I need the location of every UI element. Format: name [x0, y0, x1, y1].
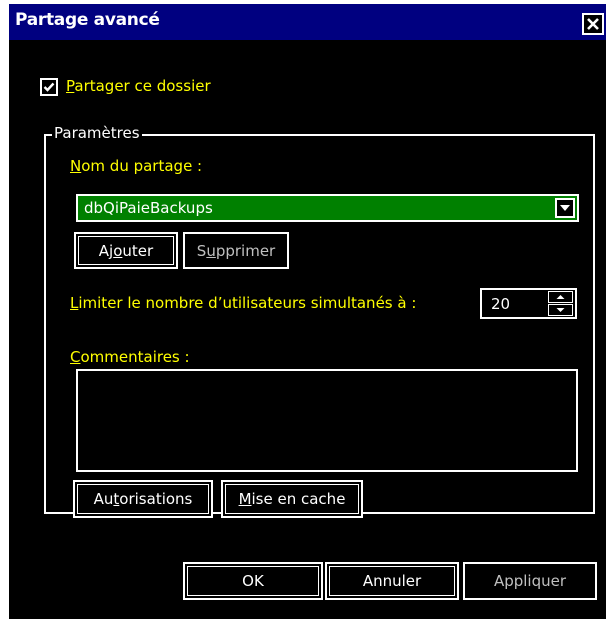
share-name-label: Nom du partage :: [70, 157, 203, 175]
spin-down-button[interactable]: [548, 304, 573, 316]
close-button[interactable]: [582, 13, 604, 35]
remove-button[interactable]: Supprimer: [183, 232, 289, 269]
share-name-dropdown-button[interactable]: [555, 198, 575, 218]
user-limit-value: 20: [491, 295, 511, 313]
apply-button[interactable]: Appliquer: [463, 562, 597, 600]
arrow-down-icon: [556, 308, 565, 312]
advanced-sharing-dialog: Partage avancé Partager ce dossier Param…: [6, 4, 608, 619]
window-title: Partage avancé: [15, 10, 160, 30]
add-button[interactable]: Ajouter: [74, 232, 178, 269]
share-folder-checkbox[interactable]: [40, 78, 58, 96]
permissions-button[interactable]: Autorisations: [73, 480, 213, 518]
user-limit-spinner[interactable]: 20: [480, 288, 577, 319]
share-folder-label[interactable]: Partager ce dossier: [66, 77, 211, 95]
comments-label: Commentaires :: [70, 348, 190, 366]
share-name-combobox[interactable]: dbQiPaieBackups: [76, 194, 579, 222]
caching-button[interactable]: Mise en cache: [221, 480, 363, 518]
share-name-value: dbQiPaieBackups: [84, 199, 213, 217]
ok-button[interactable]: OK: [183, 562, 323, 600]
cancel-button[interactable]: Annuler: [325, 562, 459, 600]
close-icon: [587, 18, 599, 30]
chevron-down-icon: [560, 205, 570, 211]
spin-up-button[interactable]: [548, 291, 573, 303]
title-bar: Partage avancé: [9, 4, 606, 40]
user-limit-label: Limiter le nombre d’utilisateurs simulta…: [70, 294, 417, 312]
checkmark-icon: [43, 82, 55, 92]
comments-textarea[interactable]: [76, 369, 578, 472]
arrow-up-icon: [556, 295, 565, 299]
parameters-legend: Paramètres: [52, 124, 142, 142]
